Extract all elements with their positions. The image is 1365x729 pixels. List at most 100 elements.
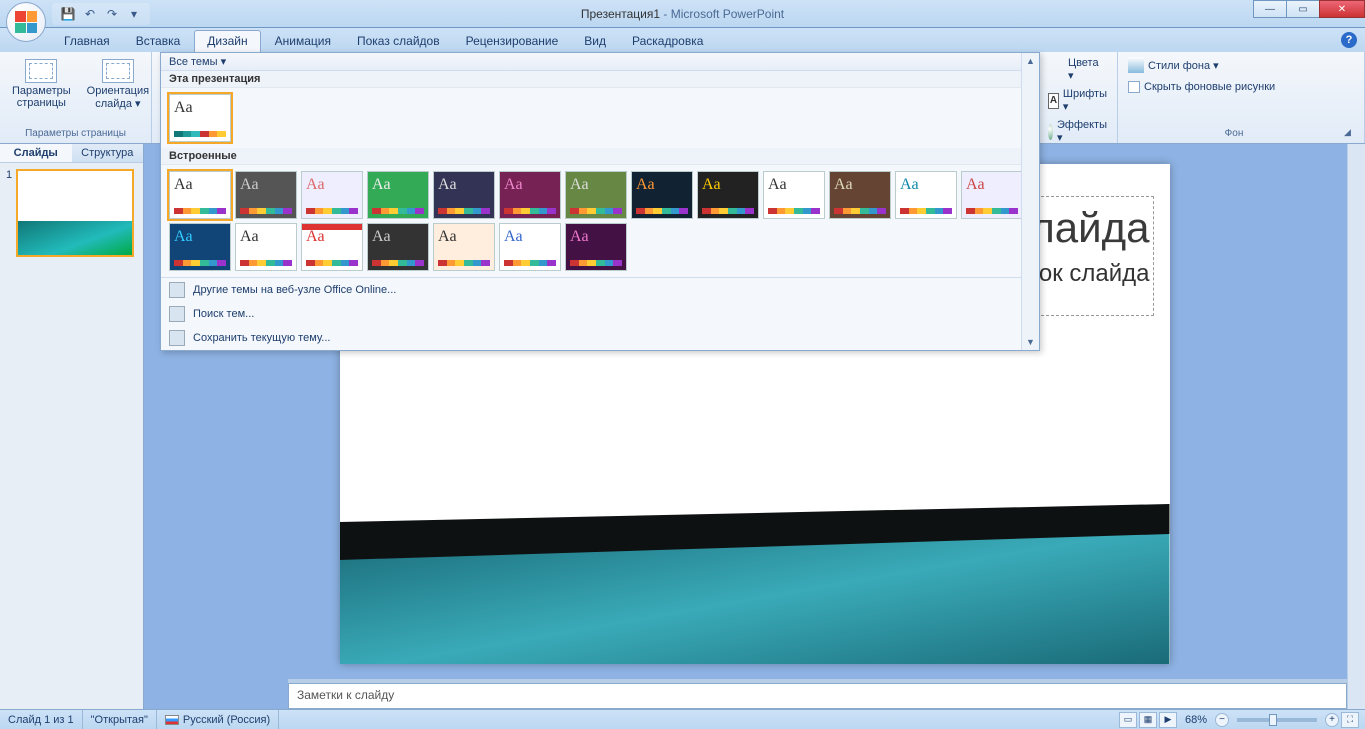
slide-number: 1 (6, 169, 12, 257)
orientation-button[interactable]: Ориентация слайда ▾ (81, 55, 155, 126)
background-dialog-launcher[interactable]: ◢ (1344, 127, 1358, 141)
tab-slideshow[interactable]: Показ слайдов (345, 31, 452, 52)
status-language-label: Русский (Россия) (183, 714, 270, 726)
notes-pane: Заметки к слайду (288, 679, 1347, 709)
tab-review[interactable]: Рецензирование (454, 31, 571, 52)
maximize-button[interactable]: ▭ (1286, 0, 1320, 18)
tab-design[interactable]: Дизайн (194, 30, 260, 52)
flag-icon (165, 715, 179, 725)
group-background-label: Фон (1124, 126, 1344, 141)
zoom-in-button[interactable]: + (1325, 713, 1339, 727)
menu-save-theme[interactable]: Сохранить текущую тему... (161, 326, 1039, 350)
tab-home[interactable]: Главная (52, 31, 122, 52)
menu-browse-themes-label: Поиск тем... (193, 308, 254, 320)
fit-to-window-button[interactable]: ⛶ (1341, 712, 1359, 728)
tab-animation[interactable]: Анимация (263, 31, 343, 52)
side-tab-outline[interactable]: Структура (72, 144, 144, 162)
zoom-slider-handle[interactable] (1269, 714, 1277, 726)
theme-thumb[interactable]: Aa (301, 223, 363, 271)
page-icon (25, 59, 57, 83)
gallery-scrollbar[interactable]: ▲▼ (1021, 53, 1039, 350)
theme-thumb[interactable]: Aa (301, 171, 363, 219)
menu-browse-themes[interactable]: Поиск тем... (161, 302, 1039, 326)
theme-thumb[interactable]: Aa (433, 171, 495, 219)
view-sorter-button[interactable]: ▦ (1139, 712, 1157, 728)
fonts-icon: A (1048, 93, 1059, 109)
theme-thumb[interactable]: Aa (367, 223, 429, 271)
themes-gallery-dropdown: Все темы ▾ Эта презентация Aa Встроенные… (160, 52, 1040, 351)
theme-thumb[interactable]: Aa (565, 223, 627, 271)
tab-view[interactable]: Вид (572, 31, 618, 52)
gallery-this-presentation-grid: Aa (161, 88, 1039, 148)
vertical-scrollbar[interactable] (1347, 144, 1365, 709)
quick-access-toolbar: 💾 ↶ ↷ ▾ (52, 3, 150, 25)
status-language[interactable]: Русский (Россия) (157, 710, 279, 729)
minimize-button[interactable]: — (1253, 0, 1287, 18)
window-controls: — ▭ ✕ (1254, 0, 1365, 18)
theme-thumb[interactable]: Aa (235, 171, 297, 219)
zoom-slider[interactable] (1237, 718, 1317, 722)
fonts-button[interactable]: AШрифты ▾ (1044, 86, 1111, 115)
theme-thumb[interactable]: Aa (169, 223, 231, 271)
colors-label: Цвета ▾ (1068, 57, 1107, 82)
theme-thumb[interactable]: Aa (499, 171, 561, 219)
group-background: Стили фона ▾ Скрыть фоновые рисунки Фон … (1118, 52, 1365, 143)
titlebar: 💾 ↶ ↷ ▾ Презентация1 - Microsoft PowerPo… (0, 0, 1365, 28)
slide-panel: Слайды Структура 1 (0, 144, 144, 709)
close-button[interactable]: ✕ (1319, 0, 1365, 18)
theme-thumb[interactable]: Aa (763, 171, 825, 219)
colors-button[interactable]: Цвета ▾ (1044, 55, 1111, 84)
theme-thumb[interactable]: Aa (631, 171, 693, 219)
theme-thumb[interactable]: Aa (499, 223, 561, 271)
gallery-builtin-grid: AaAaAaAaAaAaAaAaAaAaAaAaAaAaAaAaAaAaAaAa (161, 165, 1039, 277)
help-icon[interactable]: ? (1341, 32, 1357, 48)
redo-icon[interactable]: ↷ (104, 6, 120, 22)
theme-thumb[interactable]: Aa (169, 171, 231, 219)
view-slideshow-button[interactable]: ▶ (1159, 712, 1177, 728)
view-normal-button[interactable]: ▭ (1119, 712, 1137, 728)
menu-themes-online[interactable]: Другие темы на веб-узле Office Online... (161, 278, 1039, 302)
theme-thumb[interactable]: Aa (235, 223, 297, 271)
theme-thumb[interactable]: Aa (829, 171, 891, 219)
checkbox-icon (1128, 81, 1140, 93)
slide-thumb-1[interactable]: 1 (6, 169, 137, 257)
background-styles-icon (1128, 57, 1144, 73)
colors-icon (1048, 62, 1064, 78)
theme-thumb[interactable]: Aa (565, 171, 627, 219)
slide-panel-tabs: Слайды Структура (0, 144, 143, 163)
fonts-label: Шрифты ▾ (1063, 88, 1107, 113)
gallery-all-themes-header[interactable]: Все темы ▾ (161, 53, 1039, 71)
slide-thumbnail (16, 169, 134, 257)
orientation-label: Ориентация слайда ▾ (87, 85, 149, 110)
effects-button[interactable]: Эффекты ▾ (1044, 117, 1111, 146)
theme-thumb[interactable]: Aa (697, 171, 759, 219)
page-params-button[interactable]: Параметры страницы (6, 55, 77, 126)
effects-icon (1048, 124, 1053, 140)
document-name: Презентация1 (581, 7, 660, 21)
background-styles-button[interactable]: Стили фона ▾ (1124, 55, 1358, 75)
tab-storyboard[interactable]: Раскадровка (620, 31, 715, 52)
theme-thumb-current[interactable]: Aa (169, 94, 231, 142)
orientation-icon (102, 59, 134, 83)
ribbon-tabs: Главная Вставка Дизайн Анимация Показ сл… (0, 28, 1365, 52)
hide-bg-checkbox[interactable]: Скрыть фоновые рисунки (1124, 79, 1358, 95)
folder-icon (169, 306, 185, 322)
theme-thumb[interactable]: Aa (433, 223, 495, 271)
notes-input[interactable]: Заметки к слайду (288, 683, 1347, 709)
office-button[interactable] (6, 2, 46, 42)
theme-thumb[interactable]: Aa (367, 171, 429, 219)
zoom-out-button[interactable]: − (1215, 713, 1229, 727)
theme-thumb[interactable]: Aa (895, 171, 957, 219)
group-page-setup-label: Параметры страницы (6, 126, 145, 141)
gallery-section-this-presentation: Эта презентация (161, 71, 1039, 88)
undo-icon[interactable]: ↶ (82, 6, 98, 22)
slide-thumbnails: 1 (0, 163, 143, 263)
qat-more-icon[interactable]: ▾ (126, 6, 142, 22)
gallery-section-builtin: Встроенные (161, 148, 1039, 165)
page-params-label: Параметры страницы (12, 85, 71, 109)
save-icon[interactable]: 💾 (60, 6, 76, 22)
tab-insert[interactable]: Вставка (124, 31, 193, 52)
theme-thumb[interactable]: Aa (961, 171, 1023, 219)
side-tab-slides[interactable]: Слайды (0, 144, 72, 162)
window-title: Презентация1 - Microsoft PowerPoint (581, 7, 784, 21)
